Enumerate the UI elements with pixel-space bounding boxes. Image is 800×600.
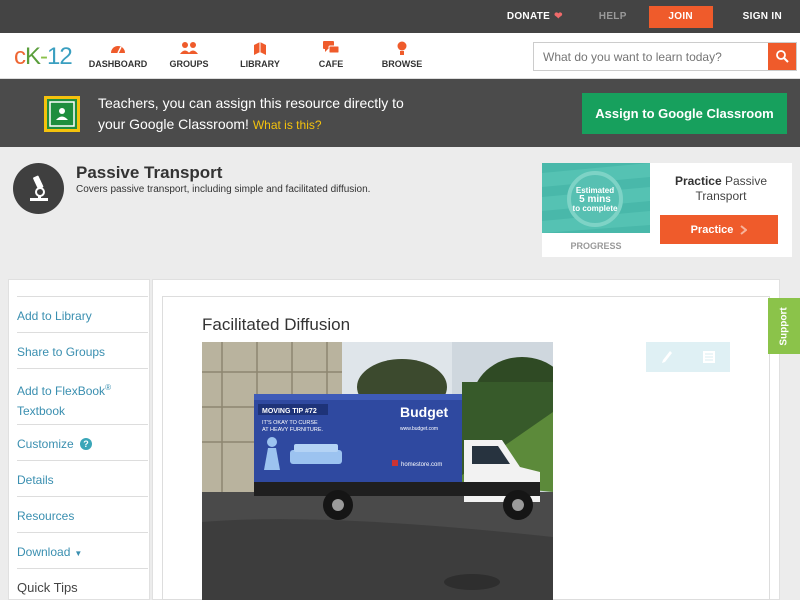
google-classroom-icon — [44, 96, 80, 132]
assign-to-google-classroom-button[interactable]: Assign to Google Classroom — [582, 93, 787, 134]
browse-icon — [362, 41, 442, 57]
nav-dashboard-label: DASHBOARD — [88, 59, 148, 69]
donate-link[interactable]: DONATE ❤ — [489, 0, 581, 33]
library-icon — [220, 41, 300, 57]
banner-line2: your Google Classroom! — [98, 116, 249, 132]
support-label: Support — [778, 306, 790, 346]
estimated-minutes: 5 mins — [579, 193, 611, 205]
practice-card: Estimated 5 mins to complete PROGRESS Pr… — [542, 163, 792, 257]
sign-line1: IT'S OKAY TO CURSE — [262, 420, 318, 426]
nav-library[interactable]: LIBRARY — [220, 41, 300, 69]
notes-icon[interactable] — [702, 350, 716, 364]
nav-library-label: LIBRARY — [240, 59, 280, 69]
nav-cafe[interactable]: CAFE — [291, 41, 371, 69]
help-icon[interactable]: ? — [80, 438, 93, 450]
practice-title: Practice Passive Transport — [660, 174, 782, 204]
sidebar-item-add-to-flexbook[interactable]: Add to FlexBook® Textbook — [17, 368, 148, 424]
search-button[interactable] — [768, 43, 796, 70]
practice-button[interactable]: Practice — [660, 215, 778, 244]
logo-c: c — [14, 43, 26, 70]
textbook-label: Textbook — [17, 404, 66, 418]
nav-groups-label: GROUPS — [169, 59, 209, 69]
to-complete-label: to complete — [572, 203, 618, 213]
microscope-icon — [13, 163, 64, 214]
sidebar-list: Add to Library Share to Groups Add to Fl… — [17, 296, 148, 600]
support-tab[interactable]: Support — [768, 298, 800, 354]
heart-icon: ❤ — [554, 11, 563, 22]
budget-truck-photo: MOVING TIP #72 IT'S OKAY TO CURSE AT HEA… — [202, 342, 553, 600]
progress-label: PROGRESS — [570, 241, 622, 251]
practice-title-bold: Practice — [674, 174, 722, 188]
sidebar-item-share-to-groups[interactable]: Share to Groups — [17, 332, 148, 368]
brand-name: Budget — [400, 404, 449, 420]
add-to-flexbook-label: Add to FlexBook — [17, 384, 106, 398]
what-is-this-link[interactable]: What is this? — [253, 118, 322, 132]
progress-panel: Estimated 5 mins to complete PROGRESS — [542, 163, 650, 257]
logo-12: 12 — [47, 43, 73, 70]
top-utility-bar: DONATE ❤ HELP JOIN SIGN IN — [0, 0, 800, 33]
search-box — [533, 42, 797, 71]
sidebar-item-quick-tips[interactable]: Quick Tips — [17, 568, 148, 600]
help-link[interactable]: HELP — [581, 0, 645, 33]
sidebar-item-details[interactable]: Details — [17, 460, 148, 496]
logo-k: K — [25, 43, 41, 70]
left-sidebar: Add to Library Share to Groups Add to Fl… — [8, 279, 150, 600]
sign-in-link[interactable]: SIGN IN — [725, 0, 800, 33]
concept-title: Passive Transport — [76, 163, 223, 182]
nav-groups[interactable]: GROUPS — [149, 41, 229, 69]
practice-button-label: Practice — [690, 223, 734, 236]
estimated-time-circle: Estimated 5 mins to complete — [567, 171, 623, 227]
search-input[interactable] — [534, 43, 768, 70]
donate-label: DONATE — [506, 11, 551, 22]
registered-mark: ® — [105, 383, 111, 392]
ck12-logo[interactable]: cK-12 — [14, 43, 73, 71]
cafe-icon — [291, 41, 371, 57]
nav-browse[interactable]: BROWSE — [362, 41, 442, 69]
nav-cafe-label: CAFE — [318, 59, 344, 69]
brand-url: www.budget.com — [400, 426, 438, 432]
sign-line2: AT HEAVY FURNITURE. — [262, 427, 323, 433]
nav-dashboard[interactable]: DASHBOARD — [78, 41, 158, 69]
groups-icon — [149, 41, 229, 57]
banner-text: Teachers, you can assign this resource d… — [98, 93, 478, 136]
sidebar-item-add-to-library[interactable]: Add to Library — [17, 296, 148, 332]
join-button[interactable]: JOIN — [648, 5, 713, 28]
sign-tip: MOVING TIP #72 — [262, 408, 317, 415]
dashboard-icon — [78, 41, 158, 57]
partner-name: homestore.com — [401, 462, 442, 468]
banner-line1: Teachers, you can assign this resource d… — [98, 95, 404, 111]
lesson-tools — [646, 342, 730, 372]
sidebar-item-customize[interactable]: Customize ? — [17, 424, 148, 460]
sidebar-item-resources[interactable]: Resources — [17, 496, 148, 532]
caret-down-icon: ▼ — [74, 549, 83, 558]
customize-label: Customize — [17, 437, 74, 451]
nav-browse-label: BROWSE — [381, 59, 423, 69]
lesson-title: Facilitated Diffusion — [202, 315, 351, 334]
sidebar-item-download[interactable]: Download ▼ — [17, 532, 148, 568]
chevron-right-icon — [740, 224, 748, 235]
edit-pencil-icon[interactable] — [661, 350, 673, 364]
download-label: Download — [17, 545, 71, 559]
search-icon — [775, 50, 789, 63]
concept-description: Covers passive transport, including simp… — [76, 184, 371, 195]
logo-dash: - — [40, 43, 48, 70]
